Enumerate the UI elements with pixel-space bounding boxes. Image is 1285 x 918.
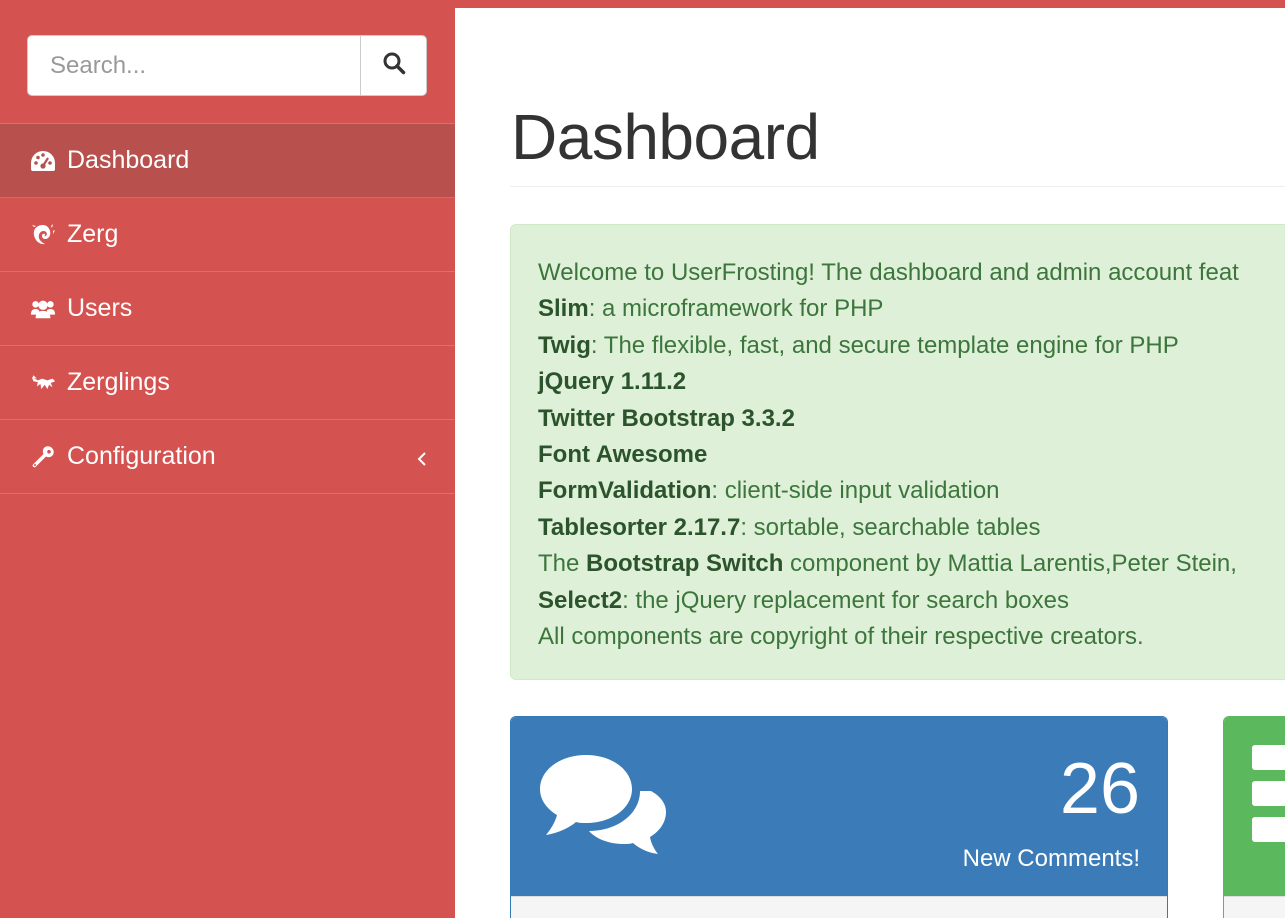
alert-intro: Welcome to UserFrosting! The dashboard a… [538, 259, 1239, 286]
alert-line-tablesorter: Tablesorter 2.17.7: sortable, searchable… [538, 513, 1041, 541]
chevron-left-icon[interactable] [415, 447, 429, 467]
alert-line-bootstrap: Twitter Bootstrap 3.3.2 [538, 404, 795, 432]
top-accent-bar [0, 0, 1285, 8]
sidebar-item-zerg[interactable]: Zerg [0, 198, 455, 272]
wrench-icon [30, 444, 56, 470]
alert-line-twig: Twig: The flexible, fast, and secure tem… [538, 331, 1179, 359]
sidebar-item-configuration[interactable]: Configuration [0, 420, 455, 494]
page-title: Dashboard [511, 101, 820, 173]
comments-panel-heading: 26 New Comments! [511, 717, 1167, 896]
comments-count: 26 [1059, 749, 1140, 829]
alert-copyright: All components are copyright of their re… [538, 623, 1144, 651]
dashboard-icon [30, 148, 56, 174]
sidebar-search [27, 35, 427, 96]
sidebar-item-users[interactable]: Users [0, 272, 455, 346]
alert-line-switch: The Bootstrap Switch component by Mattia… [538, 550, 1237, 578]
sidebar-item-label: Zerg [67, 220, 119, 248]
title-divider [510, 186, 1285, 187]
list-panel [1223, 716, 1285, 918]
alert-line-jquery: jQuery 1.11.2 [538, 368, 687, 396]
sidebar-item-label: Users [67, 294, 133, 322]
alert-line-select2: Select2: the jQuery replacement for sear… [538, 586, 1069, 614]
welcome-alert: Welcome to UserFrosting! The dashboard a… [510, 224, 1285, 680]
sidebar-nav: Dashboard Zerg Users Zerglings Configura… [0, 123, 455, 494]
main-content: Dashboard Welcome to UserFrosting! The d… [455, 8, 1285, 918]
search-button[interactable] [360, 35, 427, 96]
zerg-icon [30, 222, 56, 248]
comments-panel: 26 New Comments! [510, 716, 1168, 918]
comments-label: New Comments! [962, 845, 1140, 872]
sidebar: Dashboard Zerg U [0, 0, 455, 918]
alert-line-formvalidation: FormValidation: client-side input valida… [538, 477, 1000, 505]
sidebar-item-label: Zerglings [67, 368, 170, 396]
sidebar-item-label: Dashboard [67, 146, 190, 174]
search-icon [382, 51, 406, 80]
sidebar-item-label: Configuration [67, 442, 216, 470]
users-icon [30, 296, 56, 322]
alert-line-fontawesome: Font Awesome [538, 441, 708, 469]
sidebar-item-zerglings[interactable]: Zerglings [0, 346, 455, 420]
alert-line-slim: Slim: a microframework for PHP [538, 295, 884, 323]
list-panel-footer[interactable] [1224, 896, 1285, 918]
list-panel-heading [1224, 717, 1285, 896]
comments-panel-footer[interactable] [511, 896, 1167, 918]
search-input[interactable] [27, 35, 360, 96]
comments-icon [538, 753, 668, 862]
sidebar-item-dashboard[interactable]: Dashboard [0, 124, 455, 198]
zergling-icon [30, 370, 56, 396]
